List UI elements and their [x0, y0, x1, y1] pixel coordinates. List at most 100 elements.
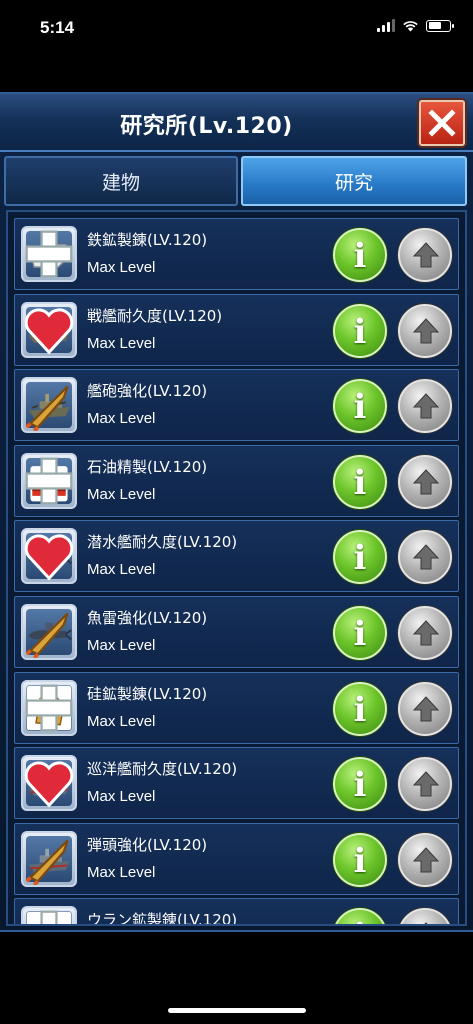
upgrade-button[interactable]: [398, 379, 452, 434]
research-row[interactable]: 潜水艦耐久度(LV.120) Max Level i: [14, 520, 459, 593]
research-row[interactable]: 鉄鉱製錬(LV.120) Max Level i: [14, 218, 459, 290]
upgrade-arrow-icon: [412, 469, 440, 495]
tab-research[interactable]: 研究: [241, 156, 467, 206]
info-icon: i: [353, 613, 367, 654]
upgrade-arrow-icon: [424, 922, 428, 924]
panel-header: 研究所(Lv.120): [0, 94, 473, 152]
submarine-icon: [21, 603, 77, 660]
research-lab-panel: 研究所(Lv.120) 建物 研究 鉄鉱製錬(LV.120) Max Level i…: [0, 92, 473, 932]
info-button[interactable]: i: [333, 832, 387, 887]
info-button[interactable]: i: [333, 681, 387, 736]
info-button[interactable]: i: [333, 303, 387, 358]
research-name: 鉄鉱製錬(LV.120): [87, 231, 208, 249]
info-button[interactable]: i: [333, 757, 387, 812]
info-icon: i: [353, 840, 367, 881]
info-button[interactable]: i: [333, 605, 387, 660]
research-name: ウラン鉱製錬(LV.120): [87, 911, 238, 926]
research-name: 魚雷強化(LV.120): [87, 608, 208, 627]
info-button[interactable]: i: [333, 379, 387, 434]
research-status: Max Level: [87, 788, 156, 806]
missile-badge-icon: [25, 612, 69, 658]
battleship-icon: [21, 301, 77, 358]
info-icon: i: [353, 538, 367, 579]
upgrade-button[interactable]: [398, 605, 452, 660]
upgrade-button[interactable]: [398, 757, 452, 812]
research-name: 艦砲強化(LV.120): [87, 382, 208, 401]
missile-badge-icon: [25, 839, 69, 885]
upgrade-arrow-icon: [412, 695, 440, 722]
info-icon: i: [353, 462, 367, 503]
upgrade-arrow-icon: [412, 242, 440, 268]
upgrade-arrow-icon: [412, 847, 440, 873]
cellular-signal-icon: [377, 19, 395, 32]
tab-buildings[interactable]: 建物: [4, 156, 238, 206]
plus-badge-icon: [25, 457, 73, 505]
panel-title: 研究所(Lv.120): [120, 114, 293, 139]
research-status: Max Level: [87, 410, 156, 428]
research-status: Max Level: [87, 561, 156, 579]
close-button[interactable]: [419, 100, 465, 146]
research-status: Max Level: [87, 334, 156, 352]
info-button[interactable]: i: [333, 908, 387, 924]
research-name: 弾頭強化(LV.120): [87, 835, 208, 854]
info-icon: i: [353, 765, 367, 806]
research-row[interactable]: 艦砲強化(LV.120) Max Level i: [14, 369, 459, 442]
info-button[interactable]: i: [333, 530, 387, 585]
upgrade-arrow-icon: [412, 620, 440, 646]
upgrade-button[interactable]: [398, 303, 452, 358]
upgrade-button[interactable]: [398, 832, 452, 887]
research-status: Max Level: [87, 485, 156, 503]
research-row[interactable]: 戦艦耐久度(LV.120) Max Level i: [14, 293, 459, 366]
research-row[interactable]: 石油精製(LV.120) Max Level i: [14, 444, 459, 517]
uranium-icon: [21, 906, 77, 924]
research-name: 石油精製(LV.120): [87, 457, 208, 476]
upgrade-button[interactable]: [398, 228, 452, 282]
status-time: 5:14: [40, 18, 75, 37]
research-row[interactable]: 巡洋艦耐久度(LV.120) Max Level i: [14, 747, 459, 820]
heart-badge-icon: [24, 308, 74, 355]
info-button[interactable]: i: [333, 454, 387, 509]
info-icon: i: [353, 689, 367, 730]
info-button[interactable]: i: [333, 228, 387, 282]
battery-icon: [426, 19, 454, 32]
oil-barrels-icon: [21, 452, 77, 509]
upgrade-arrow-icon: [412, 544, 440, 570]
upgrade-button[interactable]: [398, 908, 452, 924]
research-row[interactable]: 弾頭強化(LV.120) Max Level i: [14, 822, 459, 895]
plus-badge-icon: [25, 230, 73, 278]
home-indicator[interactable]: [168, 1008, 306, 1013]
research-status: Max Level: [87, 712, 156, 730]
research-name: 巡洋艦耐久度(LV.120): [87, 760, 238, 779]
iron-ingot-icon: [21, 226, 77, 282]
research-status: Max Level: [87, 636, 156, 654]
research-row[interactable]: 魚雷強化(LV.120) Max Level i: [14, 595, 459, 668]
missile-badge-icon: [25, 385, 69, 432]
research-name: 戦艦耐久度(LV.120): [87, 306, 223, 325]
close-icon: [428, 109, 456, 137]
research-status: Max Level: [87, 863, 156, 881]
research-row[interactable]: ウラン鉱製錬(LV.120) i: [14, 898, 459, 926]
cruiser-icon: [21, 755, 77, 812]
tab-bar: 建物 研究: [0, 154, 473, 210]
upgrade-button[interactable]: [398, 530, 452, 585]
upgrade-button[interactable]: [398, 681, 452, 736]
battleship-icon: [21, 377, 77, 434]
plus-badge-icon: [40, 910, 58, 924]
research-name: 潜水艦耐久度(LV.120): [87, 533, 238, 552]
status-bar: 5:14: [0, 0, 473, 58]
upgrade-arrow-icon: [412, 393, 440, 419]
research-list[interactable]: 鉄鉱製錬(LV.120) Max Level i 戦艦耐久度(LV.120) Max L…: [6, 210, 467, 926]
research-row[interactable]: 硅鉱製錬(LV.120) Max Level i: [14, 671, 459, 744]
upgrade-button[interactable]: [398, 454, 452, 509]
upgrade-arrow-icon: [412, 317, 440, 344]
info-icon: i: [353, 311, 367, 352]
plus-badge-icon: [25, 684, 73, 731]
cruiser-icon: [21, 830, 77, 887]
research-status: Max Level: [87, 259, 156, 276]
research-name: 硅鉱製錬(LV.120): [87, 684, 208, 703]
heart-badge-icon: [24, 761, 74, 808]
heart-badge-icon: [24, 534, 74, 581]
info-icon: i: [335, 916, 385, 924]
status-icons: [377, 19, 454, 32]
silicon-crystal-icon: [21, 679, 77, 736]
